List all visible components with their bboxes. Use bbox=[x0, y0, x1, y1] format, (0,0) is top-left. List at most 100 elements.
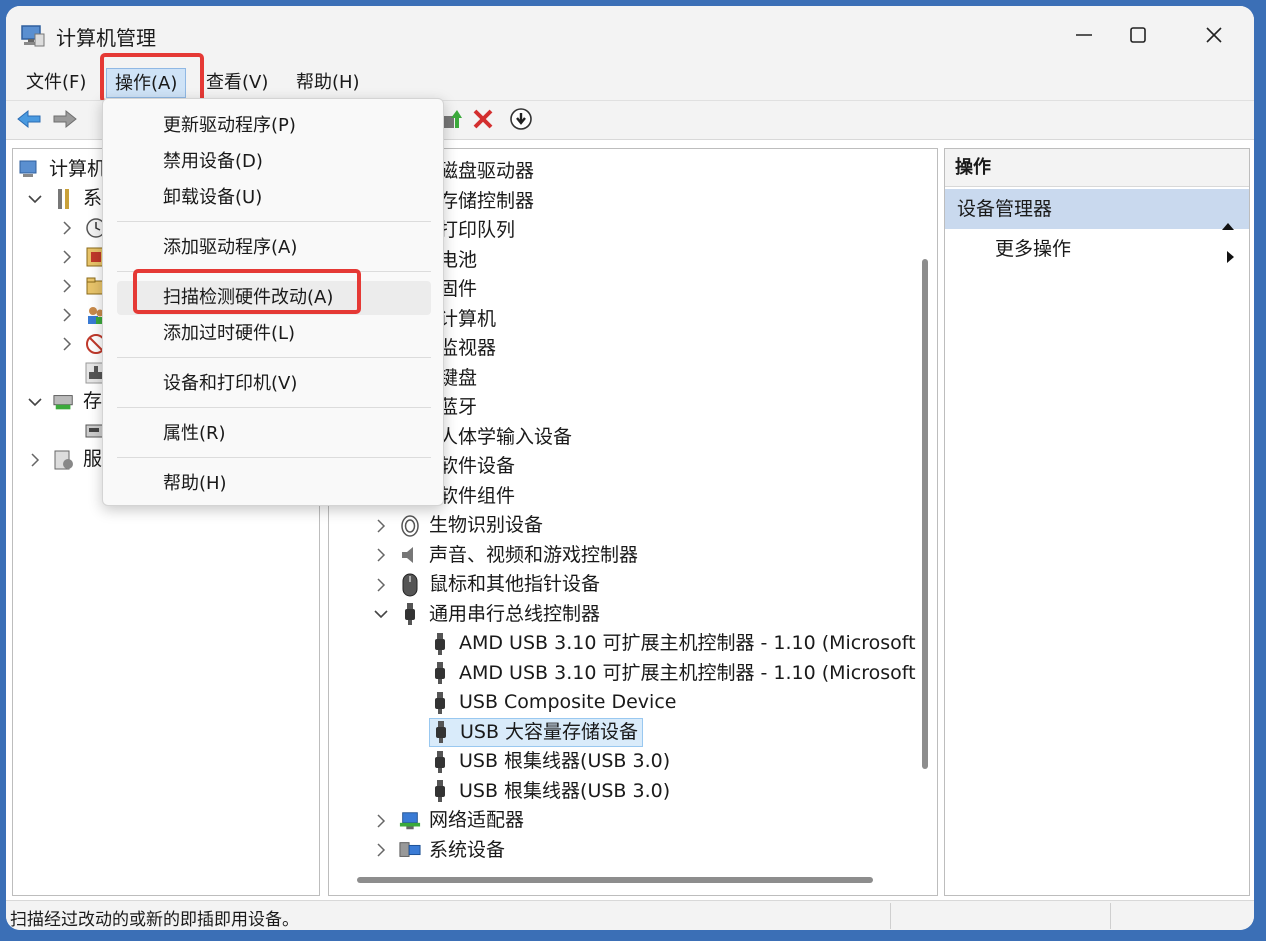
update-driver-button[interactable] bbox=[506, 107, 536, 135]
chevron-right-icon[interactable] bbox=[373, 842, 389, 858]
minimize-button[interactable] bbox=[1064, 18, 1104, 52]
maximize-icon bbox=[1128, 25, 1148, 45]
submenu-triangle-icon bbox=[1226, 242, 1235, 274]
chevron-right-icon[interactable] bbox=[373, 518, 389, 534]
menu-file[interactable]: 文件(F) bbox=[18, 68, 94, 98]
menu-disable-device[interactable]: 禁用设备(D) bbox=[117, 145, 431, 179]
device-category[interactable]: 存储控制器 bbox=[439, 187, 534, 216]
usb-plug-icon bbox=[429, 750, 451, 773]
computer-management-icon bbox=[20, 24, 46, 48]
window-title: 计算机管理 bbox=[56, 26, 156, 50]
actions-section-device-manager[interactable]: 设备管理器 bbox=[945, 189, 1249, 230]
device-category[interactable]: 打印队列 bbox=[439, 216, 515, 245]
device-category[interactable]: 软件组件 bbox=[439, 482, 515, 511]
vertical-scrollbar-thumb[interactable] bbox=[922, 259, 928, 769]
menu-help-item[interactable]: 帮助(H) bbox=[117, 467, 431, 501]
tree-item-storage[interactable]: 存 bbox=[27, 387, 102, 416]
device-category[interactable]: 蓝牙 bbox=[439, 393, 477, 422]
horizontal-scrollbar[interactable] bbox=[329, 869, 917, 891]
tree-item-computer[interactable]: 计算机 bbox=[19, 155, 106, 184]
menu-devices-and-printers[interactable]: 设备和打印机(V) bbox=[117, 367, 431, 401]
device-category[interactable]: 固件 bbox=[439, 275, 477, 304]
device-category[interactable]: 软件设备 bbox=[439, 452, 515, 481]
chevron-right-icon[interactable] bbox=[59, 249, 75, 265]
status-text: 扫描经过改动的或新的即插即用设备。 bbox=[10, 910, 299, 930]
menu-view[interactable]: 查看(V) bbox=[198, 68, 276, 98]
device-category[interactable]: 系统设备 bbox=[373, 836, 505, 865]
device-label: 键盘 bbox=[439, 366, 478, 389]
forward-button[interactable] bbox=[50, 107, 80, 135]
back-arrow-icon bbox=[16, 109, 42, 134]
computer-management-window: 计算机管理 文件(F) 操作(A) 查看(V) 帮助(H) 计算机 系 存 服 … bbox=[6, 6, 1254, 930]
device-category[interactable]: 声音、视频和游戏控制器 bbox=[373, 541, 638, 570]
device-category[interactable]: 人体学输入设备 bbox=[439, 423, 572, 452]
chevron-right-icon[interactable] bbox=[59, 336, 75, 352]
usb-plug-icon bbox=[429, 632, 451, 655]
device-category[interactable]: 鼠标和其他指针设备 bbox=[373, 570, 600, 599]
chevron-down-icon[interactable] bbox=[373, 606, 389, 622]
device-item[interactable]: AMD USB 3.10 可扩展主机控制器 - 1.10 (Microsoft bbox=[429, 629, 916, 658]
device-category[interactable]: 生物识别设备 bbox=[373, 511, 543, 540]
menu-help[interactable]: 帮助(H) bbox=[288, 68, 368, 98]
device-category[interactable]: 键盘 bbox=[439, 364, 477, 393]
device-label: 电池 bbox=[439, 248, 478, 271]
usb-plug-icon bbox=[399, 603, 421, 625]
chevron-down-icon[interactable] bbox=[27, 394, 43, 410]
device-label: 磁盘驱动器 bbox=[439, 160, 535, 182]
usb-plug-icon bbox=[429, 780, 451, 802]
device-item[interactable]: USB Composite Device bbox=[429, 688, 676, 717]
chevron-right-icon[interactable] bbox=[59, 278, 75, 294]
device-category[interactable]: 通用串行总线控制器 bbox=[373, 600, 600, 629]
device-item[interactable]: USB 根集线器(USB 3.0) bbox=[429, 777, 670, 806]
menu-add-driver[interactable]: 添加驱动程序(A) bbox=[117, 231, 431, 265]
menu-uninstall-device[interactable]: 卸载设备(U) bbox=[117, 181, 431, 215]
device-category[interactable]: 监视器 bbox=[439, 334, 496, 363]
device-category[interactable]: 电池 bbox=[439, 246, 477, 275]
speaker-icon bbox=[399, 544, 421, 566]
device-label: 计算机 bbox=[439, 307, 497, 330]
uninstall-device-button[interactable] bbox=[468, 107, 498, 135]
storage-icon bbox=[53, 391, 75, 413]
more-actions-item[interactable]: 更多操作 bbox=[995, 233, 1245, 265]
menu-update-driver[interactable]: 更新驱动程序(P) bbox=[117, 109, 431, 143]
computer-icon bbox=[19, 159, 41, 181]
vertical-scrollbar[interactable] bbox=[917, 149, 935, 869]
device-label: 存储控制器 bbox=[439, 189, 535, 212]
device-category[interactable]: 计算机 bbox=[439, 305, 496, 334]
device-item[interactable]: AMD USB 3.10 可扩展主机控制器 - 1.10 (Microsoft bbox=[429, 659, 916, 688]
device-category[interactable]: 磁盘驱动器 bbox=[439, 157, 534, 186]
status-bar: 扫描经过改动的或新的即插即用设备。 bbox=[6, 900, 1254, 930]
forward-arrow-icon bbox=[52, 109, 78, 134]
system-devices-icon bbox=[399, 839, 421, 861]
chevron-right-icon[interactable] bbox=[373, 547, 389, 563]
device-label: USB 根集线器(USB 3.0) bbox=[459, 750, 671, 772]
red-x-icon bbox=[472, 108, 494, 135]
device-label: USB 根集线器(USB 3.0) bbox=[459, 779, 671, 802]
device-item[interactable]: USB 根集线器(USB 3.0) bbox=[429, 747, 670, 776]
tree-item-services[interactable]: 服 bbox=[27, 445, 102, 474]
chevron-right-icon[interactable] bbox=[59, 307, 75, 323]
menu-action[interactable]: 操作(A) bbox=[106, 68, 187, 98]
horizontal-scrollbar-thumb[interactable] bbox=[357, 877, 873, 883]
usb-plug-icon bbox=[430, 721, 452, 743]
menu-properties[interactable]: 属性(R) bbox=[117, 417, 431, 451]
chevron-down-icon[interactable] bbox=[27, 191, 43, 207]
device-label: AMD USB 3.10 可扩展主机控制器 - 1.10 (Microsoft bbox=[459, 632, 916, 654]
back-button[interactable] bbox=[14, 107, 44, 135]
chevron-right-icon[interactable] bbox=[373, 577, 389, 593]
chevron-right-icon[interactable] bbox=[27, 452, 43, 468]
chevron-right-icon[interactable] bbox=[59, 220, 75, 236]
close-button[interactable] bbox=[1194, 18, 1234, 52]
status-separator bbox=[890, 903, 891, 929]
menu-scan-hardware-changes[interactable]: 扫描检测硬件改动(A) bbox=[117, 281, 431, 315]
maximize-button[interactable] bbox=[1118, 18, 1158, 52]
tree-item-system-tools[interactable]: 系 bbox=[27, 184, 102, 213]
close-icon bbox=[1204, 25, 1224, 45]
menu-bar: 文件(F) 操作(A) 查看(V) 帮助(H) bbox=[6, 64, 1254, 100]
device-label: 软件组件 bbox=[439, 484, 516, 507]
menu-add-legacy-hardware[interactable]: 添加过时硬件(L) bbox=[117, 317, 431, 351]
device-item-selected[interactable]: USB 大容量存储设备 bbox=[429, 717, 644, 747]
chevron-right-icon[interactable] bbox=[373, 813, 389, 829]
device-category[interactable]: 网络适配器 bbox=[373, 806, 524, 835]
device-label: 软件设备 bbox=[439, 455, 516, 477]
